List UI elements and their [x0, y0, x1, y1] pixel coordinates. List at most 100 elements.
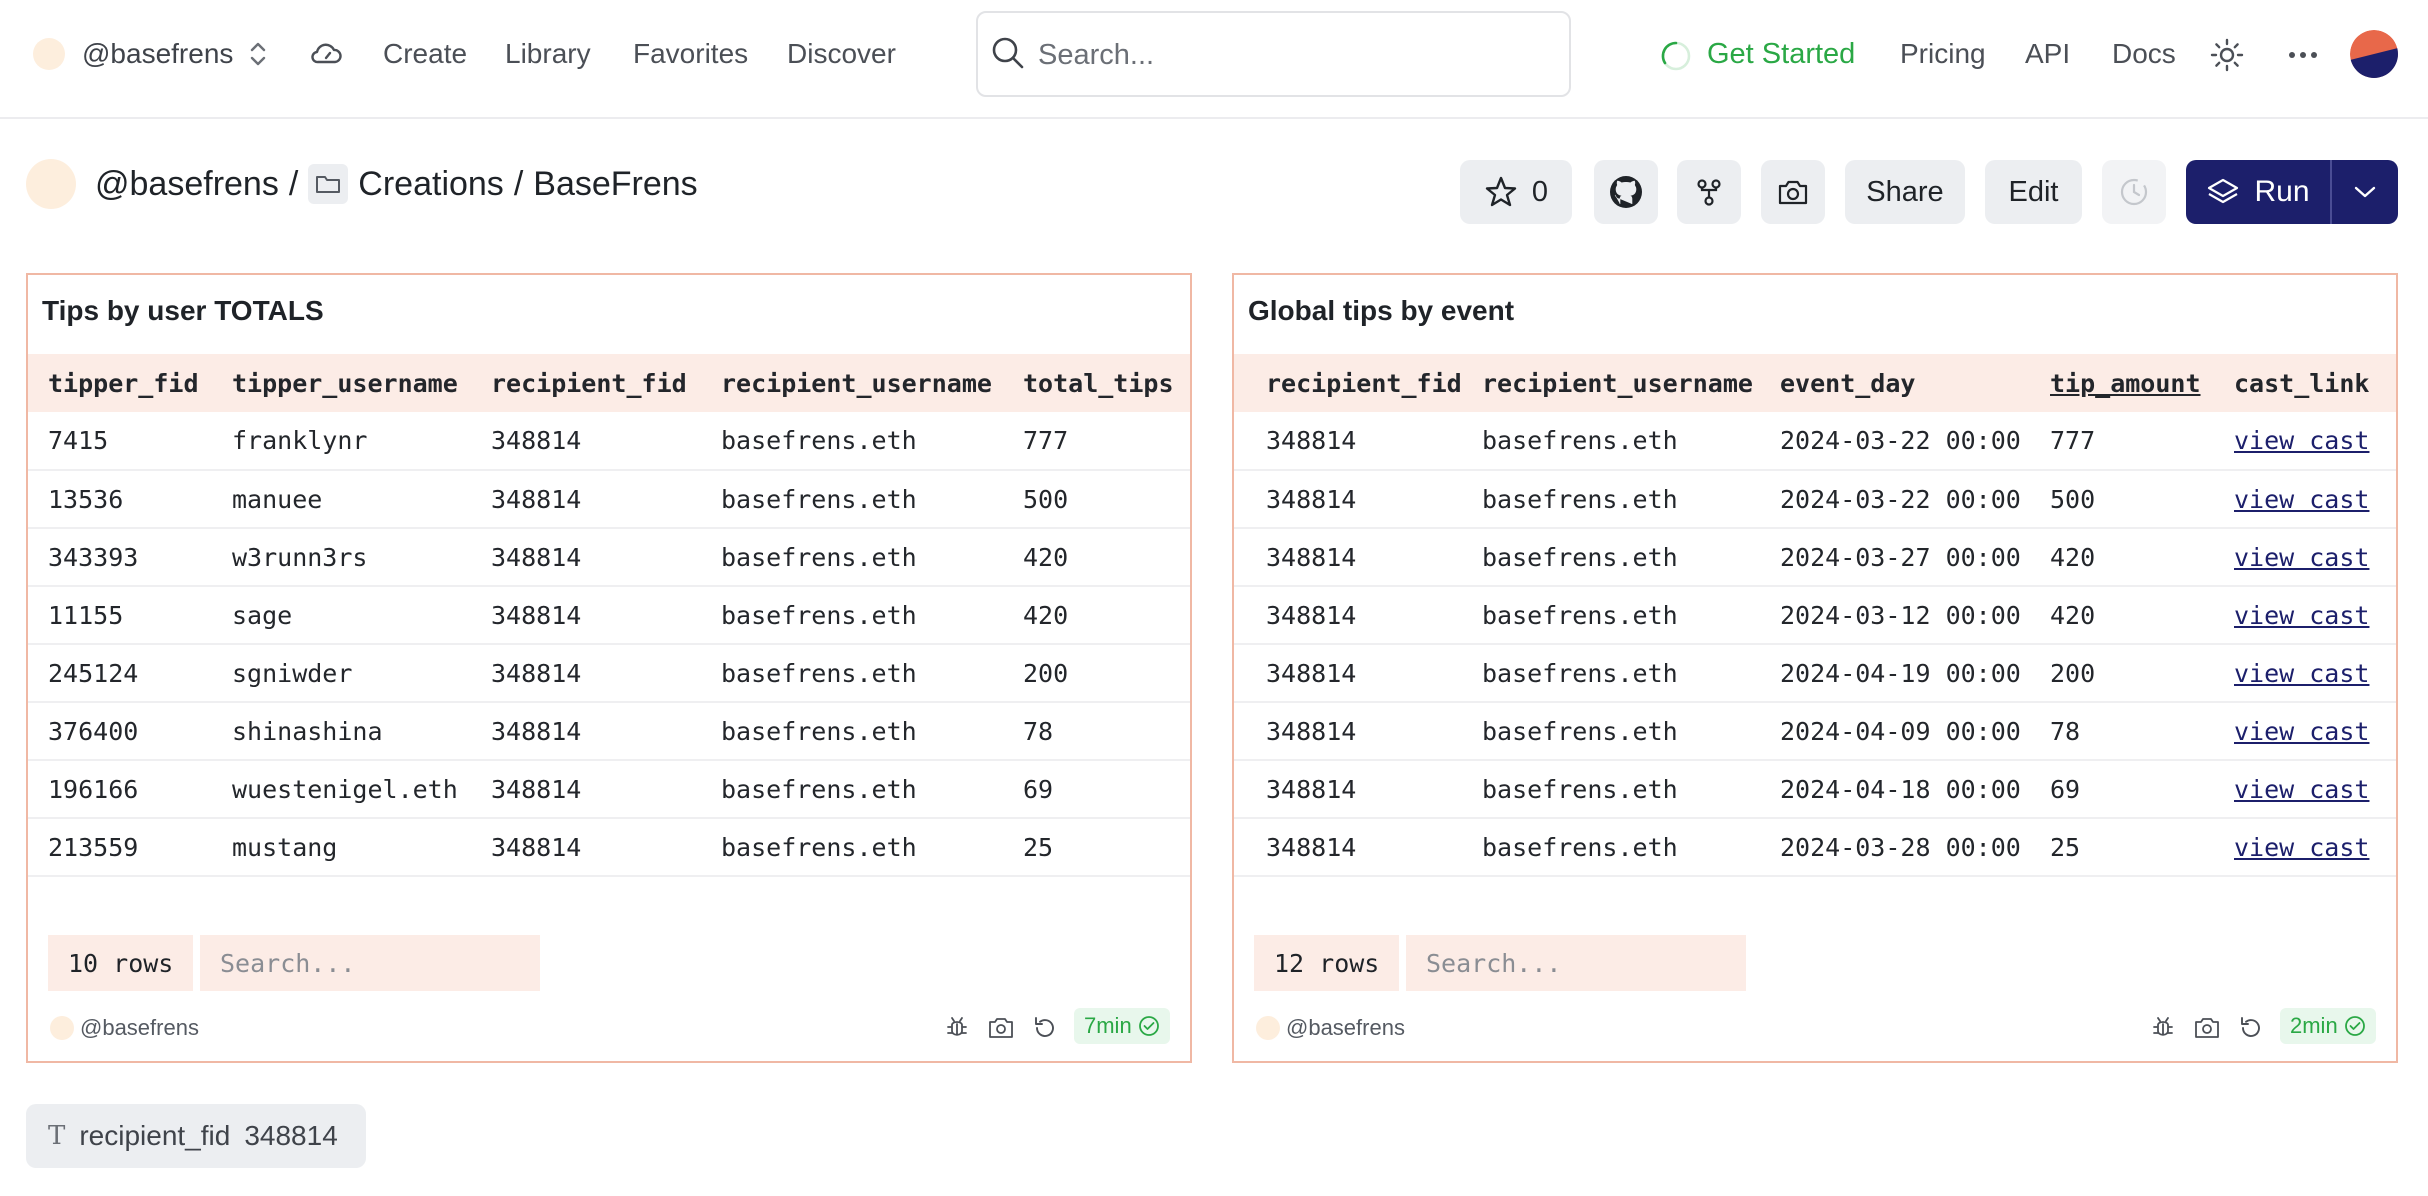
table-cell: 13536	[28, 470, 212, 529]
view-cast-link[interactable]: view cast	[2234, 426, 2369, 455]
table-cell: 78	[2030, 702, 2214, 761]
user-avatar[interactable]	[2350, 30, 2398, 78]
global-search[interactable]	[976, 11, 1571, 97]
table-row[interactable]: 348814 basefrens.eth 2024-03-22 00:00 500 vi…	[1234, 470, 2396, 529]
view-cast-link[interactable]: view cast	[2234, 485, 2369, 514]
table-cell: basefrens.eth	[1462, 586, 1760, 645]
progress-ring-icon	[1661, 41, 1691, 71]
table-row[interactable]: 348814basefrens.eth2024-04-18 00:0010vie…	[1234, 876, 2396, 882]
table-row[interactable]: 13536 manuee 348814 basefrens.eth 500	[28, 470, 1190, 529]
table-row[interactable]: 11155 sage 348814 basefrens.eth 420	[28, 586, 1190, 645]
table-body: 7415 franklynr 348814 basefrens.eth 777 13536…	[28, 412, 1190, 882]
nav-api[interactable]: API	[2025, 34, 2070, 74]
view-cast-link[interactable]: view cast	[2234, 775, 2369, 804]
table-row[interactable]: 196166 wuestenigel.eth 348814 basefrens.eth…	[28, 760, 1190, 819]
author-name[interactable]: @basefrens	[1286, 1015, 1405, 1041]
table-cell: view cast	[2214, 586, 2396, 645]
table-cell: 348814	[471, 586, 701, 645]
column-header[interactable]: event_day	[1760, 354, 2030, 412]
table-row[interactable]: 213559 mustang 348814 basefrens.eth 25	[28, 818, 1190, 877]
table-row[interactable]: 348814 basefrens.eth 2024-03-27 00:00 420 vi…	[1234, 528, 2396, 587]
table-search-input[interactable]	[200, 935, 540, 991]
column-header[interactable]: total_tips	[1003, 354, 1190, 412]
folder-icon	[308, 164, 349, 204]
table-search-input[interactable]	[1406, 935, 1746, 991]
camera-icon[interactable]	[988, 1015, 1014, 1041]
column-header[interactable]: recipient_fid	[471, 354, 701, 412]
screenshot-button[interactable]	[1761, 160, 1825, 224]
table-cell: 348814	[1234, 702, 1462, 761]
fork-icon	[1697, 179, 1721, 206]
table-cell: 25	[2030, 818, 2214, 877]
breadcrumb-folder[interactable]: Creations	[358, 165, 504, 204]
search-input[interactable]	[1038, 33, 1538, 77]
camera-icon[interactable]	[2194, 1015, 2220, 1041]
edit-button[interactable]: Edit	[1985, 160, 2082, 224]
table-cell: 777	[2030, 412, 2214, 471]
table-cell: 2024-04-18 00:00	[1760, 876, 2030, 882]
view-cast-link[interactable]: view cast	[2234, 833, 2369, 862]
nav-pricing[interactable]: Pricing	[1900, 34, 1986, 74]
table-scroll-area[interactable]: recipient_fid recipient_username event_d…	[1234, 354, 2396, 882]
column-header[interactable]: tipper_fid	[28, 354, 212, 412]
table-scroll-area[interactable]: tipper_fid tipper_username recipient_fid…	[28, 354, 1190, 882]
row-count: 10 rows	[48, 935, 194, 991]
nav-docs[interactable]: Docs	[2112, 34, 2176, 74]
column-header[interactable]: recipient_username	[1462, 354, 1760, 412]
view-cast-link[interactable]: view cast	[2234, 601, 2369, 630]
row-count: 12 rows	[1254, 935, 1400, 991]
bug-icon[interactable]	[944, 1015, 970, 1041]
chevron-updown-icon[interactable]	[247, 38, 269, 70]
table-cell: 777	[1003, 412, 1190, 471]
nav-library[interactable]: Library	[505, 34, 591, 74]
star-button[interactable]: 0	[1460, 160, 1572, 224]
bug-icon[interactable]	[2150, 1015, 2176, 1041]
table-row[interactable]: 348814 basefrens.eth 2024-03-22 00:00 777 vi…	[1234, 412, 2396, 471]
refresh-icon[interactable]	[1032, 1015, 1058, 1041]
nav-create[interactable]: Create	[383, 34, 467, 74]
table-row[interactable]: 7415 franklynr 348814 basefrens.eth 777	[28, 412, 1190, 471]
nav-discover[interactable]: Discover	[787, 34, 896, 74]
run-button[interactable]: Run	[2186, 160, 2332, 224]
fork-button[interactable]	[1677, 160, 1741, 224]
table-row[interactable]: 343393 w3runn3rs 348814 basefrens.eth 420	[28, 528, 1190, 587]
author-name[interactable]: @basefrens	[80, 1015, 199, 1041]
table-row[interactable]: 199347kingy348814basefrens.eth10	[28, 876, 1190, 882]
workspace-name[interactable]: @basefrens	[82, 34, 233, 74]
view-cast-link[interactable]: view cast	[2234, 717, 2369, 746]
table-row[interactable]: 348814 basefrens.eth 2024-04-09 00:00 78 vie…	[1234, 702, 2396, 761]
table-row[interactable]: 348814 basefrens.eth 2024-03-12 00:00 420 vi…	[1234, 586, 2396, 645]
github-button[interactable]	[1594, 160, 1658, 224]
workspace-avatar[interactable]	[33, 38, 65, 70]
parameter-chip[interactable]: T recipient_fid 348814	[26, 1104, 366, 1168]
table-row[interactable]: 376400 shinashina 348814 basefrens.eth 78	[28, 702, 1190, 761]
cloud-dashboard-icon[interactable]	[310, 40, 342, 68]
more-options-icon[interactable]	[2286, 38, 2320, 72]
column-header-sorted[interactable]: tip_amount	[2030, 354, 2214, 412]
owner-avatar[interactable]	[26, 159, 76, 209]
table-cell: 2024-03-27 00:00	[1760, 528, 2030, 587]
table-row[interactable]: 348814 basefrens.eth 2024-03-28 00:00 25 vie…	[1234, 818, 2396, 877]
table-cell: basefrens.eth	[701, 470, 1003, 529]
get-started-link[interactable]: Get Started	[1707, 34, 1855, 74]
last-run-age: 7min	[1084, 1013, 1132, 1038]
run-options-dropdown[interactable]	[2332, 160, 2398, 224]
refresh-icon[interactable]	[2238, 1015, 2264, 1041]
table-row[interactable]: 348814 basefrens.eth 2024-04-19 00:00 200 vi…	[1234, 644, 2396, 703]
schedule-button[interactable]	[2102, 160, 2166, 224]
table-cell: basefrens.eth	[1462, 818, 1760, 877]
nav-favorites[interactable]: Favorites	[633, 34, 748, 74]
column-header[interactable]: recipient_username	[701, 354, 1003, 412]
view-cast-link[interactable]: view cast	[2234, 659, 2369, 688]
share-button[interactable]: Share	[1845, 160, 1965, 224]
table-row[interactable]: 348814 basefrens.eth 2024-04-18 00:00 69 vie…	[1234, 760, 2396, 819]
column-header[interactable]: recipient_fid	[1234, 354, 1462, 412]
table-row[interactable]: 245124 sgniwder 348814 basefrens.eth 200	[28, 644, 1190, 703]
view-cast-link[interactable]: view cast	[2234, 543, 2369, 572]
table-cell: basefrens.eth	[1462, 876, 1760, 882]
breadcrumb-owner[interactable]: @basefrens	[95, 165, 279, 204]
column-header[interactable]: tipper_username	[212, 354, 471, 412]
breadcrumb-separator: /	[288, 164, 299, 203]
sun-theme-icon[interactable]	[2210, 38, 2244, 72]
column-header[interactable]: cast_link	[2214, 354, 2396, 412]
